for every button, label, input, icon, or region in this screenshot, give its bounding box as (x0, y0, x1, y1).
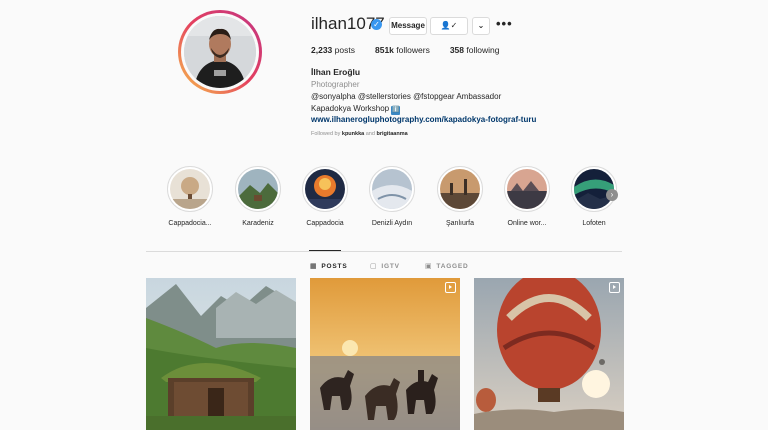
bio-line-workshop: Kapadokya Workshop ℹ️ (311, 104, 401, 115)
highlight-cover-balloon-night (305, 169, 345, 209)
post-thumbnail[interactable] (146, 278, 296, 430)
suggested-accounts-button[interactable]: ⌄ (472, 17, 490, 35)
followed-by[interactable]: Followed by kpunkka and brigitaanma (311, 131, 408, 137)
reel-icon (609, 282, 620, 293)
more-options-icon[interactable]: ••• (496, 16, 513, 31)
reel-icon (445, 282, 456, 293)
post-thumbnail[interactable] (310, 278, 460, 430)
post-thumbnail[interactable] (474, 278, 624, 430)
tab-posts[interactable]: ▦ POSTS (310, 262, 347, 271)
tab-tagged[interactable]: ▣ TAGGED (425, 262, 469, 271)
full-name: İlhan Eroğlu (311, 67, 361, 77)
following-stat[interactable]: 358 following (450, 45, 500, 55)
highlight-item[interactable]: Cappadocia... (156, 166, 224, 227)
highlight-item[interactable]: Denizli Aydın (358, 166, 426, 227)
user-check-icon: 👤✓ (440, 21, 458, 30)
highlight-item[interactable]: Şanlıurfa (426, 166, 494, 227)
avatar (184, 16, 256, 88)
message-button[interactable]: Message (389, 17, 427, 35)
igtv-icon: ▢ (370, 263, 378, 270)
highlight-cover-mountain (238, 169, 278, 209)
profile-stats: 2,233 posts 851k followers 358 following (311, 45, 499, 55)
highlight-cover-balloon (170, 169, 210, 209)
highlight-cover-workshop (507, 169, 547, 209)
chevron-down-icon: ⌄ (477, 21, 485, 30)
highlight-cover-travertine (372, 169, 412, 209)
profile-avatar[interactable] (178, 10, 262, 94)
highlight-item[interactable]: Cappadocia (291, 166, 359, 227)
website-link[interactable]: www.ilhanerogluphotography.com/kapadokya… (311, 115, 536, 124)
tabs-divider (146, 251, 622, 252)
verified-badge-icon: ✓ (371, 19, 382, 30)
bio-line-mentions[interactable]: @sonyalpha @stellerstories @fstopgear Am… (311, 92, 501, 101)
grid-icon: ▦ (310, 263, 318, 270)
category-label: Photographer (311, 80, 360, 89)
info-emoji-icon: ℹ️ (391, 106, 401, 115)
highlight-item[interactable]: Karadeniz (224, 166, 292, 227)
chevron-right-icon[interactable]: › (606, 189, 618, 201)
posts-stat: 2,233 posts (311, 45, 355, 55)
highlight-cover-sanliurfa (440, 169, 480, 209)
follow-status-button[interactable]: 👤✓ (430, 17, 468, 35)
followers-stat[interactable]: 851k followers (375, 45, 430, 55)
active-tab-indicator (309, 250, 341, 251)
tab-igtv[interactable]: ▢ IGTV (370, 262, 400, 271)
tag-icon: ▣ (425, 263, 433, 270)
highlight-item[interactable]: Online wor... (493, 166, 561, 227)
